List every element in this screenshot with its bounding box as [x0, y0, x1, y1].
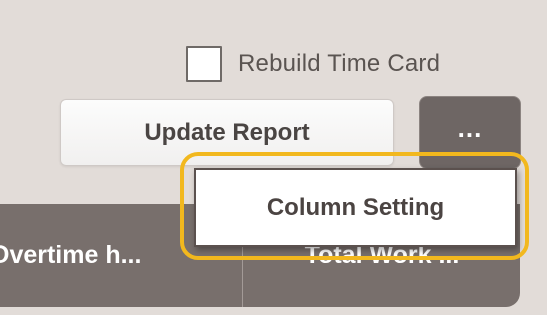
dropdown-menu: Column Setting	[194, 168, 517, 247]
more-options-button[interactable]: ...	[419, 96, 521, 169]
update-report-button[interactable]: Update Report	[60, 99, 394, 166]
menu-item-column-setting[interactable]: Column Setting	[267, 194, 444, 222]
rebuild-time-card-label[interactable]: Rebuild Time Card	[238, 50, 440, 78]
rebuild-time-card-row: Rebuild Time Card	[186, 46, 440, 82]
more-horizontal-icon: ...	[457, 112, 483, 143]
rebuild-time-card-checkbox[interactable]	[186, 46, 222, 82]
column-header-overtime-label: Overtime h...	[0, 241, 142, 269]
